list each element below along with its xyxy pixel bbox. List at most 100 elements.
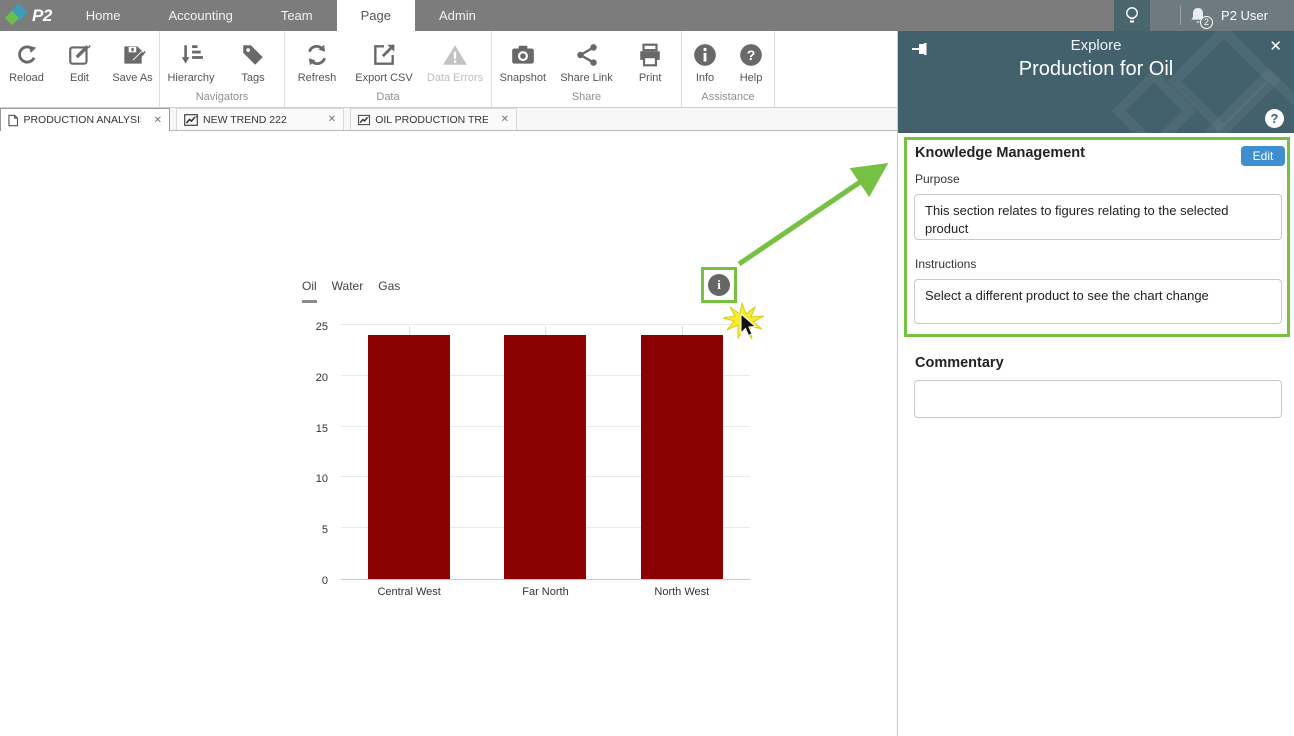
print-button[interactable]: Print	[619, 35, 681, 90]
pin-icon[interactable]	[910, 40, 930, 58]
explore-panel-header: Explore Production for Oil ✕ ?	[898, 31, 1294, 133]
chart-x-labels: Central WestFar NorthNorth West	[341, 586, 750, 598]
x-category-label: North West	[614, 586, 750, 598]
nav-item-home[interactable]: Home	[62, 0, 145, 31]
bar-north-west[interactable]	[641, 335, 723, 579]
chart-columns	[341, 326, 750, 579]
x-category-label: Central West	[341, 586, 477, 598]
chart-plot	[341, 326, 750, 580]
y-tick-label: 15	[316, 423, 328, 435]
y-tick-label: 20	[316, 372, 328, 384]
reload-button[interactable]: Reload	[0, 35, 53, 102]
x-category-label: Far North	[477, 586, 613, 598]
nav-item-accounting[interactable]: Accounting	[144, 0, 256, 31]
chart-y-axis: 0510152025	[298, 326, 336, 580]
close-tab-icon[interactable]: ✕	[328, 114, 336, 125]
annotation-arrow	[739, 170, 878, 264]
app-window: P2 Home Accounting Team Page Admin	[0, 0, 1294, 736]
chart-info-highlight-box: i	[701, 267, 737, 303]
chart-column	[341, 326, 477, 579]
logo-text: P2	[32, 6, 52, 26]
refresh-icon	[304, 39, 330, 71]
refresh-button[interactable]: Refresh	[286, 35, 348, 90]
instructions-field[interactable]: Select a different product to see the ch…	[914, 279, 1282, 324]
data-errors-button[interactable]: Data Errors	[420, 35, 490, 90]
close-panel-icon[interactable]: ✕	[1269, 37, 1282, 55]
bar-central-west[interactable]	[368, 335, 450, 579]
explore-panel-content: Knowledge Management Edit Purpose This s…	[898, 133, 1294, 736]
nav-item-page[interactable]: Page	[337, 0, 415, 31]
knowledge-management-title: Knowledge Management	[915, 145, 1085, 161]
help-icon: ?	[738, 39, 764, 71]
bar-far-north[interactable]	[504, 335, 586, 579]
lightbulb-button[interactable]	[1114, 0, 1150, 31]
series-tab-water[interactable]: Water	[332, 279, 364, 303]
tags-button[interactable]: Tags	[222, 35, 284, 90]
ribbon-group-assistance: Info ? Help Assistance	[682, 31, 775, 107]
nav-item-team[interactable]: Team	[257, 0, 337, 31]
hierarchy-button[interactable]: Hierarchy	[160, 35, 222, 90]
ribbon-group-page: Reload Edit Save As	[0, 31, 160, 107]
trend-icon	[358, 114, 370, 126]
edit-icon	[67, 39, 93, 71]
notifications-button[interactable]: 2	[1181, 0, 1217, 31]
series-tabs: Oil Water Gas	[302, 279, 400, 303]
close-tab-icon[interactable]: ✕	[501, 114, 509, 125]
document-icon	[8, 114, 18, 127]
printer-icon	[637, 39, 663, 71]
p2-logo-icon	[4, 4, 30, 28]
series-tab-gas[interactable]: Gas	[378, 279, 400, 303]
gridline	[341, 324, 750, 325]
ribbon-toolbar: Reload Edit Save As	[0, 31, 897, 108]
page-tab-bar: PRODUCTION ANALYSIS ✕ NEW TREND 222 ✕ OI…	[0, 108, 897, 131]
series-tab-oil[interactable]: Oil	[302, 279, 317, 303]
edit-button[interactable]: Edit	[53, 35, 106, 102]
y-tick-label: 0	[322, 575, 328, 587]
export-csv-button[interactable]: Export CSV	[348, 35, 420, 90]
tab-new-trend-222[interactable]: NEW TREND 222 ✕	[176, 108, 344, 130]
main-content: Oil Water Gas 0 5 10 15 20 25 Central WestFar N…	[0, 131, 897, 736]
chart-column	[614, 326, 750, 579]
ribbon-group-navigators: Hierarchy Tags Navigators	[160, 31, 285, 107]
purpose-label: Purpose	[915, 172, 960, 186]
reload-icon	[14, 39, 40, 71]
save-as-icon	[120, 39, 146, 71]
lightbulb-icon	[1124, 6, 1140, 26]
info-button[interactable]: Info	[682, 35, 728, 90]
save-as-button[interactable]: Save As	[106, 35, 159, 102]
chart-info-icon[interactable]: i	[708, 274, 730, 296]
export-csv-icon	[371, 39, 397, 71]
explore-panel: Explore Production for Oil ✕ ? Knowledge…	[897, 31, 1294, 736]
ribbon-group-data: Refresh Export CSV Data Errors	[285, 31, 492, 107]
y-tick-label: 25	[316, 321, 328, 333]
tab-oil-production-trend[interactable]: OIL PRODUCTION TREND ✕	[350, 108, 517, 130]
nav-item-admin[interactable]: Admin	[415, 0, 500, 31]
ribbon-group-share: Snapshot Share Link Print	[492, 31, 682, 107]
left-column: Reload Edit Save As	[0, 31, 897, 736]
topbar-right: 2 P2 User	[1114, 0, 1294, 31]
commentary-field[interactable]	[914, 380, 1282, 418]
tab-production-analysis[interactable]: PRODUCTION ANALYSIS ✕	[0, 108, 170, 131]
help-button[interactable]: ? Help	[728, 35, 774, 90]
share-link-button[interactable]: Share Link	[554, 35, 620, 90]
user-menu[interactable]: P2 User	[1217, 0, 1294, 31]
panel-help-icon[interactable]: ?	[1265, 109, 1284, 128]
info-icon	[692, 39, 718, 71]
warning-icon	[442, 39, 468, 71]
svg-text:?: ?	[747, 47, 756, 63]
main-nav: Home Accounting Team Page Admin	[62, 0, 500, 31]
trend-icon	[184, 114, 198, 126]
commentary-title: Commentary	[915, 355, 1004, 371]
instructions-label: Instructions	[915, 257, 976, 271]
y-tick-label: 10	[316, 473, 328, 485]
camera-icon	[510, 39, 536, 71]
y-tick-label: 5	[322, 524, 328, 536]
close-tab-icon[interactable]: ✕	[154, 115, 162, 126]
snapshot-button[interactable]: Snapshot	[492, 35, 554, 90]
hierarchy-icon	[178, 39, 204, 71]
top-nav-bar: P2 Home Accounting Team Page Admin	[0, 0, 1294, 31]
purpose-field[interactable]: This section relates to figures relating…	[914, 194, 1282, 240]
tag-icon	[240, 39, 266, 71]
edit-knowledge-button[interactable]: Edit	[1241, 146, 1285, 166]
p2-logo: P2	[0, 0, 62, 31]
